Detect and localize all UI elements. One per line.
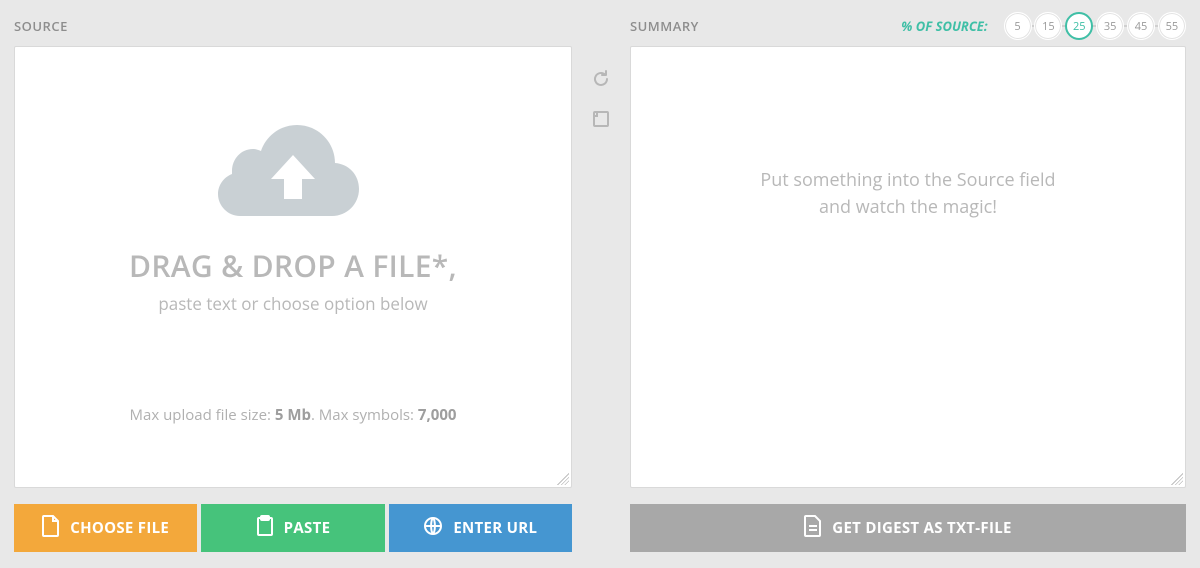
summary-label: SUMMARY: [630, 17, 699, 35]
percent-slider: 51525354555: [1004, 12, 1186, 40]
document-icon: [804, 515, 822, 542]
refresh-icon[interactable]: [590, 68, 612, 90]
percent-step-5[interactable]: 5: [1004, 12, 1032, 40]
limits-mid: . Max symbols:: [311, 405, 418, 425]
enter-url-label: ENTER URL: [453, 518, 537, 538]
clipboard-icon: [256, 515, 274, 542]
cloud-download-icon: [218, 117, 368, 227]
source-label: SOURCE: [14, 17, 68, 35]
paste-button[interactable]: PASTE: [201, 504, 384, 552]
choose-file-label: CHOOSE FILE: [70, 518, 169, 538]
summary-actions: GET DIGEST AS TXT-FILE: [630, 504, 1186, 552]
globe-icon: [423, 516, 443, 541]
choose-file-button[interactable]: CHOOSE FILE: [14, 504, 197, 552]
source-column: SOURCE DRAG & DROP A FILE*, paste text o…: [14, 12, 572, 552]
percent-step-35[interactable]: 35: [1096, 12, 1124, 40]
file-icon: [42, 515, 60, 542]
summary-output[interactable]: Put something into the Source field and …: [630, 46, 1186, 488]
copy-icon[interactable]: [590, 108, 612, 130]
source-actions: CHOOSE FILE PASTE ENTER URL: [14, 504, 572, 552]
percent-step-25[interactable]: 25: [1065, 12, 1093, 40]
download-txt-button[interactable]: GET DIGEST AS TXT-FILE: [630, 504, 1186, 552]
resize-grip-icon[interactable]: [557, 473, 569, 485]
source-dropzone[interactable]: DRAG & DROP A FILE*, paste text or choos…: [14, 46, 572, 488]
limits-size: 5 Mb: [275, 405, 311, 425]
percent-step-45[interactable]: 45: [1127, 12, 1155, 40]
percent-step-15[interactable]: 15: [1034, 12, 1062, 40]
paste-label: PASTE: [284, 518, 331, 538]
summary-placeholder-line2: and watch the magic!: [819, 195, 997, 219]
summary-column: SUMMARY % OF SOURCE: 51525354555 Put som…: [630, 12, 1186, 552]
percent-of-source-label: % OF SOURCE:: [901, 17, 987, 35]
limits-symbols: 7,000: [418, 405, 457, 425]
enter-url-button[interactable]: ENTER URL: [389, 504, 572, 552]
dropzone-subtitle: paste text or choose option below: [158, 292, 427, 315]
limits-prefix: Max upload file size:: [130, 405, 275, 425]
dropzone-title: DRAG & DROP A FILE*,: [129, 245, 457, 286]
summary-placeholder: Put something into the Source field and …: [720, 167, 1095, 221]
tool-column: [586, 12, 616, 552]
download-txt-label: GET DIGEST AS TXT-FILE: [832, 518, 1011, 538]
resize-grip-icon[interactable]: [1171, 473, 1183, 485]
summary-placeholder-line1: Put something into the Source field: [760, 168, 1055, 192]
percent-step-55[interactable]: 55: [1158, 12, 1186, 40]
upload-limits: Max upload file size: 5 Mb. Max symbols:…: [130, 405, 457, 425]
